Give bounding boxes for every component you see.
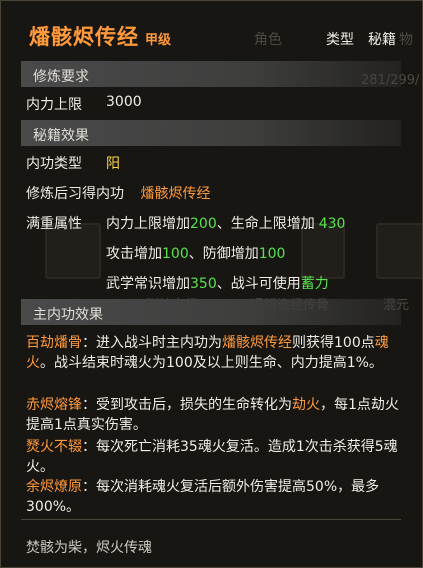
requirement-value-row: 3000 bbox=[106, 94, 142, 110]
stat-separator: 、 bbox=[188, 246, 203, 262]
section-requirements-heading: 修炼要求 bbox=[33, 69, 89, 85]
section-requirements: 修炼要求 bbox=[21, 61, 401, 87]
effect-obtain-row: 修炼后习得内功 燔骸烬传经 bbox=[26, 183, 210, 203]
flavor-text: 焚骸为柴，烬火传魂 bbox=[26, 540, 152, 556]
main-effect-paragraph-3: 燹火不辍：每次死亡消耗35魂火复活。造成1次击杀获得5魂火。 bbox=[26, 437, 406, 477]
effect-type-label: 内功类型 bbox=[26, 156, 82, 172]
effect-full-line-3: 武学常识增加350、战斗可使用蓄力 bbox=[106, 273, 329, 293]
effect-full-line-2: 攻击增加100、防御增加100 bbox=[106, 243, 285, 263]
effect-full-line-1: 内力上限增加200、生命上限增加 430 bbox=[106, 213, 345, 233]
effect-colon: ： bbox=[82, 397, 96, 413]
stat-label: 攻击增加 bbox=[106, 246, 162, 262]
effect-text: 。战斗结束时魂火为100及以上则生命、内力提高1%。 bbox=[40, 355, 383, 371]
effect-type-value-row: 阳 bbox=[106, 153, 120, 173]
stat-separator: 、 bbox=[216, 276, 231, 292]
effect-text: 受到攻击后，损失的生命转化为 bbox=[96, 397, 292, 413]
skill-type-label: 类型 bbox=[326, 32, 354, 48]
skill-title: 燔骸烬传经 bbox=[29, 25, 139, 49]
skill-grade: 甲级 bbox=[145, 33, 172, 48]
effect-colon: ： bbox=[82, 479, 96, 495]
stat-value: 100 bbox=[258, 246, 286, 262]
effect-obtain-value: 燔骸烬传经 bbox=[140, 186, 211, 202]
effect-obtain-label: 修炼后习得内功 bbox=[26, 186, 124, 202]
effect-colon: ： bbox=[82, 439, 96, 455]
stat-label: 防御增加 bbox=[202, 246, 259, 262]
section-effects-heading: 秘籍效果 bbox=[33, 128, 89, 144]
main-effect-paragraph-2: 赤烬熔锋：受到攻击后，损失的生命转化为劫火，每1点劫火提高1点真实伤害。 bbox=[26, 395, 406, 435]
section-main-effects: 主内功效果 bbox=[21, 299, 401, 325]
effect-colon: ： bbox=[82, 335, 96, 351]
stat-value: 350 bbox=[190, 276, 217, 292]
stat-value: 200 bbox=[190, 216, 217, 232]
requirement-label: 内力上限 bbox=[26, 97, 82, 113]
main-effect-paragraph-4: 余烬燎原：每次消耗魂火复活后额外伤害提高50%，最多300%。 bbox=[26, 477, 406, 517]
stat-label: 生命上限增加 bbox=[230, 216, 315, 232]
effect-full-label-row: 满重属性 bbox=[26, 213, 82, 233]
tooltip-header: 燔骸烬传经 甲级 类型 秘籍 bbox=[1, 1, 422, 63]
divider bbox=[21, 519, 401, 520]
stat-value: 蓄力 bbox=[300, 276, 329, 292]
effect-text: 进入战斗时主内功为 bbox=[96, 335, 222, 351]
effect-name: 赤烬熔锋 bbox=[26, 397, 82, 413]
section-effects: 秘籍效果 bbox=[21, 120, 401, 146]
effect-highlight: 燔骸烬传经 bbox=[222, 335, 292, 351]
stat-separator: 、 bbox=[216, 216, 231, 232]
requirement-value: 3000 bbox=[106, 94, 142, 110]
effect-name: 燹火不辍 bbox=[26, 439, 82, 455]
stat-value: 100 bbox=[162, 246, 189, 262]
effect-highlight: 劫火 bbox=[292, 397, 320, 413]
effect-name: 余烬燎原 bbox=[26, 479, 82, 495]
section-main-effects-heading: 主内功效果 bbox=[33, 307, 103, 323]
stat-value: 430 bbox=[318, 216, 346, 232]
effect-text: 则获得100点 bbox=[292, 335, 375, 351]
skill-tooltip: 角色 物 281/299/ 驯神定经 通明诡经传骨 混元 燔骸烬传经 甲级 类型… bbox=[0, 0, 423, 568]
stat-label: 武学常识增加 bbox=[106, 276, 190, 292]
effect-type-row: 内功类型 bbox=[26, 153, 82, 173]
bg-book-slot-3 bbox=[376, 223, 422, 279]
requirement-row: 内力上限 bbox=[26, 94, 82, 114]
effect-name: 百劫燔骨 bbox=[26, 335, 82, 351]
main-effect-paragraph-1: 百劫燔骨：进入战斗时主内功为燔骸烬传经则获得100点魂火。战斗结束时魂火为100… bbox=[26, 333, 406, 373]
skill-type-value: 秘籍 bbox=[368, 32, 396, 48]
effect-full-label: 满重属性 bbox=[26, 216, 82, 232]
stat-label: 内力上限增加 bbox=[106, 216, 190, 232]
stat-label: 战斗可使用 bbox=[230, 276, 301, 292]
effect-type-value: 阳 bbox=[106, 156, 120, 172]
